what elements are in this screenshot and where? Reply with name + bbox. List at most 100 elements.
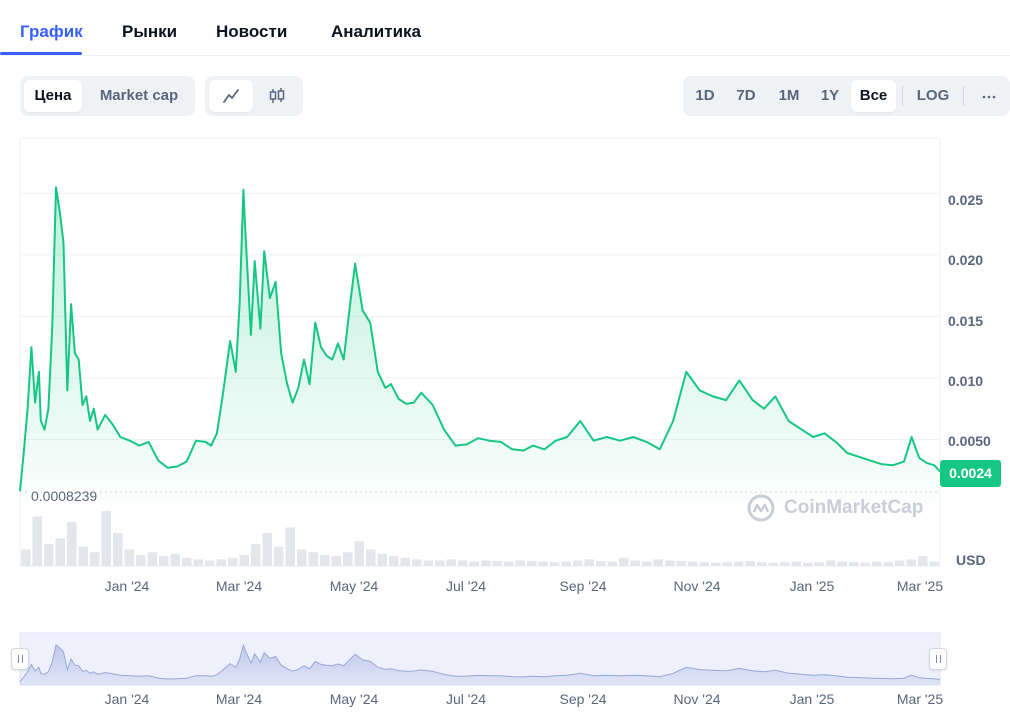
volume-bar (446, 559, 456, 566)
volume-bar (757, 562, 767, 566)
volume-bar (205, 560, 215, 566)
volume-bar (607, 561, 617, 566)
navigator-x-tick-label: Mar '25 (896, 691, 944, 707)
x-tick-label: Jul '24 (445, 578, 487, 594)
volume-bar (262, 533, 272, 566)
volume-bar (538, 561, 548, 566)
y-tick-label: 0.0050 (948, 433, 991, 449)
volume-bar (285, 527, 295, 566)
volume-bar (251, 544, 261, 566)
volume-bar (274, 546, 284, 566)
volume-bar (308, 552, 318, 566)
volume-bar (665, 560, 675, 566)
volume-bar (734, 561, 744, 566)
volume-bar (745, 561, 755, 566)
volume-bar (814, 562, 824, 566)
volume-bar (918, 556, 928, 566)
price-chart: 0.025 0.020 0.015 0.010 0.0050 0.0024 0.… (0, 0, 1010, 725)
volume-bar (826, 560, 836, 566)
navigator-x-tick-label: Jul '24 (445, 691, 487, 707)
volume-bar (527, 561, 537, 566)
volume-bar (55, 538, 65, 566)
volume-bar (377, 553, 387, 566)
volume-bar (711, 562, 721, 566)
volume-bar (837, 561, 847, 566)
navigator-x-tick-label: Sep '24 (559, 691, 607, 707)
volume-bar (550, 562, 560, 566)
volume-bar (67, 522, 77, 566)
volume-bar (584, 559, 594, 566)
volume-bar (239, 555, 249, 566)
coinmarketcap-logo-icon (747, 494, 775, 522)
min-price-label: 0.0008239 (29, 488, 100, 504)
volume-bar (297, 549, 307, 566)
volume-bar (331, 556, 341, 566)
volume-bar (216, 559, 226, 566)
volume-bar (492, 561, 502, 566)
price-chart-canvas[interactable] (0, 0, 1010, 725)
volume-bar (676, 561, 686, 566)
volume-bar (182, 557, 192, 566)
volume-bar (228, 557, 238, 566)
volume-bar (101, 511, 111, 566)
volume-bar (803, 562, 813, 566)
volume-bar (400, 557, 410, 566)
volume-bar (78, 546, 88, 566)
volume-bar (159, 556, 169, 566)
volume-bar (21, 549, 31, 566)
currency-label: USD (956, 552, 986, 568)
x-tick-label: Nov '24 (673, 578, 721, 594)
volume-bar (780, 562, 790, 566)
volume-bar (515, 560, 525, 566)
volume-bar (320, 555, 330, 566)
volume-bar (895, 560, 905, 566)
volume-bar (699, 562, 709, 566)
y-tick-label: 0.025 (948, 192, 984, 208)
volume-bar (423, 560, 433, 566)
x-tick-label: May '24 (329, 578, 379, 594)
volume-bar (193, 559, 203, 566)
volume-bar (147, 552, 157, 566)
volume-bar (561, 561, 571, 566)
y-tick-label: 0.020 (948, 252, 984, 268)
navigator-x-tick-label: Mar '24 (215, 691, 263, 707)
x-tick-label: Sep '24 (559, 578, 607, 594)
volume-bar (469, 561, 479, 566)
coinmarketcap-watermark: CoinMarketCap (746, 492, 923, 524)
volume-bar (722, 562, 732, 566)
x-tick-label: Jan '25 (789, 578, 835, 594)
volume-bar (653, 559, 663, 566)
volume-bar (136, 555, 146, 566)
volume-bar (688, 561, 698, 566)
volume-bar (412, 559, 422, 566)
volume-bar (872, 561, 882, 566)
watermark-text: CoinMarketCap (784, 497, 924, 518)
volume-bar (906, 559, 916, 566)
volume-bar (596, 561, 606, 566)
volume-bar (389, 556, 399, 566)
volume-bar (435, 560, 445, 566)
volume-bar (791, 561, 801, 566)
navigator-x-tick-label: May '24 (329, 691, 379, 707)
volume-bar (619, 557, 629, 566)
volume-bar (481, 560, 491, 566)
navigator-x-tick-label: Jan '25 (789, 691, 835, 707)
volume-bar (366, 549, 376, 566)
volume-bar (124, 549, 134, 566)
navigator-right-handle[interactable] (929, 648, 947, 670)
current-price-tag: 0.0024 (940, 460, 1001, 487)
navigator-x-tick-label: Jan '24 (104, 691, 150, 707)
volume-bar (113, 533, 123, 566)
volume-bar (504, 561, 514, 566)
navigator-x-tick-label: Nov '24 (673, 691, 721, 707)
navigator-left-handle[interactable] (11, 648, 29, 670)
y-tick-label: 0.010 (948, 373, 984, 389)
volume-bar (573, 560, 583, 566)
volume-bar (860, 562, 870, 566)
y-tick-label: 0.015 (948, 313, 984, 329)
volume-bar (768, 562, 778, 566)
volume-bar (883, 562, 893, 566)
volume-bar (630, 560, 640, 566)
x-tick-label: Mar '25 (896, 578, 944, 594)
volume-bar (90, 552, 100, 566)
